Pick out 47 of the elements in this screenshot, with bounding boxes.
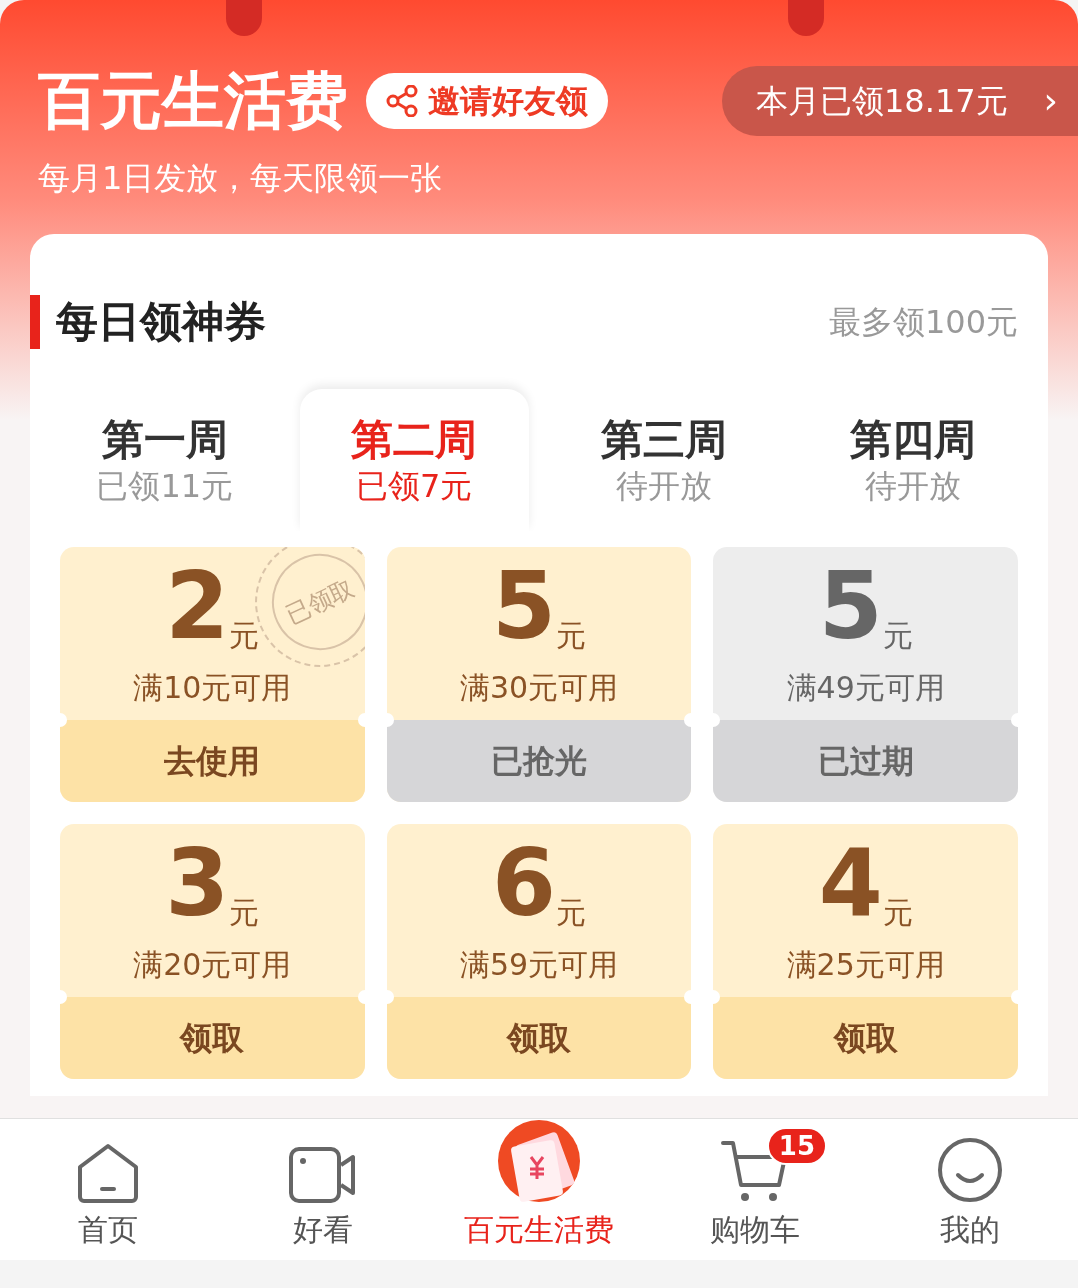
coupon-action-button[interactable]: 领取: [713, 997, 1018, 1079]
invite-button[interactable]: 邀请好友领: [366, 73, 608, 129]
week-tab[interactable]: 第三周 待开放: [549, 389, 779, 531]
money-envelope-icon: [497, 1119, 581, 1203]
coupon-amount: 5: [492, 561, 556, 653]
coupon-action-button[interactable]: 领取: [60, 997, 365, 1079]
section-title: 每日领神券: [56, 296, 266, 348]
ring-hole: [226, 0, 262, 36]
coupon-amount: 4: [818, 838, 883, 930]
page-title: 百元生活费: [38, 70, 348, 132]
coupon-amount: 3: [165, 838, 230, 930]
coupon-condition: 满10元可用: [133, 669, 292, 707]
video-camera-icon: [289, 1147, 358, 1203]
coupon-unit: 元: [882, 898, 913, 928]
coupon-action-button[interactable]: 已抢光: [386, 720, 692, 802]
coupon-action-button[interactable]: 领取: [386, 997, 692, 1079]
ring-hole: [788, 0, 824, 36]
nav-tab[interactable]: 购物车 15: [646, 1119, 863, 1262]
coupon-amount: 5: [818, 561, 883, 653]
coupon-condition: 满49元可用: [786, 669, 945, 707]
coupon-condition: 满59元可用: [459, 946, 619, 984]
week-tab[interactable]: 第四周 待开放: [798, 389, 1028, 531]
nav-tab[interactable]: 我的: [862, 1119, 1078, 1262]
coupon-action-button[interactable]: 已过期: [713, 720, 1018, 802]
smiley-face-icon: [937, 1137, 1004, 1203]
coupon-unit: 元: [229, 898, 260, 928]
nav-tab[interactable]: 首页: [0, 1119, 216, 1262]
coupon-amount: 6: [492, 838, 556, 930]
coupon-condition: 满25元可用: [786, 946, 945, 984]
coupon-unit: 元: [556, 898, 586, 928]
coupon-condition: 满20元可用: [133, 946, 292, 984]
coupon-action-button[interactable]: 去使用: [60, 720, 365, 802]
coupon-condition: 满30元可用: [459, 669, 619, 707]
section-accent-bar: [30, 294, 40, 349]
home-icon: [75, 1143, 140, 1203]
coupon-amount: 2: [165, 561, 230, 653]
week-tab[interactable]: 第二周 已领7元: [299, 389, 529, 531]
coupon-unit: 元: [556, 621, 586, 651]
share-icon: [386, 85, 418, 117]
week-tab[interactable]: 第一周 已领11元: [50, 389, 280, 531]
monthly-claimed-button[interactable]: 本月已领18.17元 ›: [722, 66, 1078, 136]
nav-tab[interactable]: 百元生活费: [431, 1119, 647, 1262]
nav-tab[interactable]: 好看: [215, 1119, 432, 1262]
subtitle: 每月1日发放，每天限领一张: [37, 158, 444, 199]
coupon-unit: 元: [882, 621, 913, 651]
section-limit: 最多领100元: [828, 301, 1018, 343]
cart-count-badge: 15: [766, 1127, 827, 1165]
